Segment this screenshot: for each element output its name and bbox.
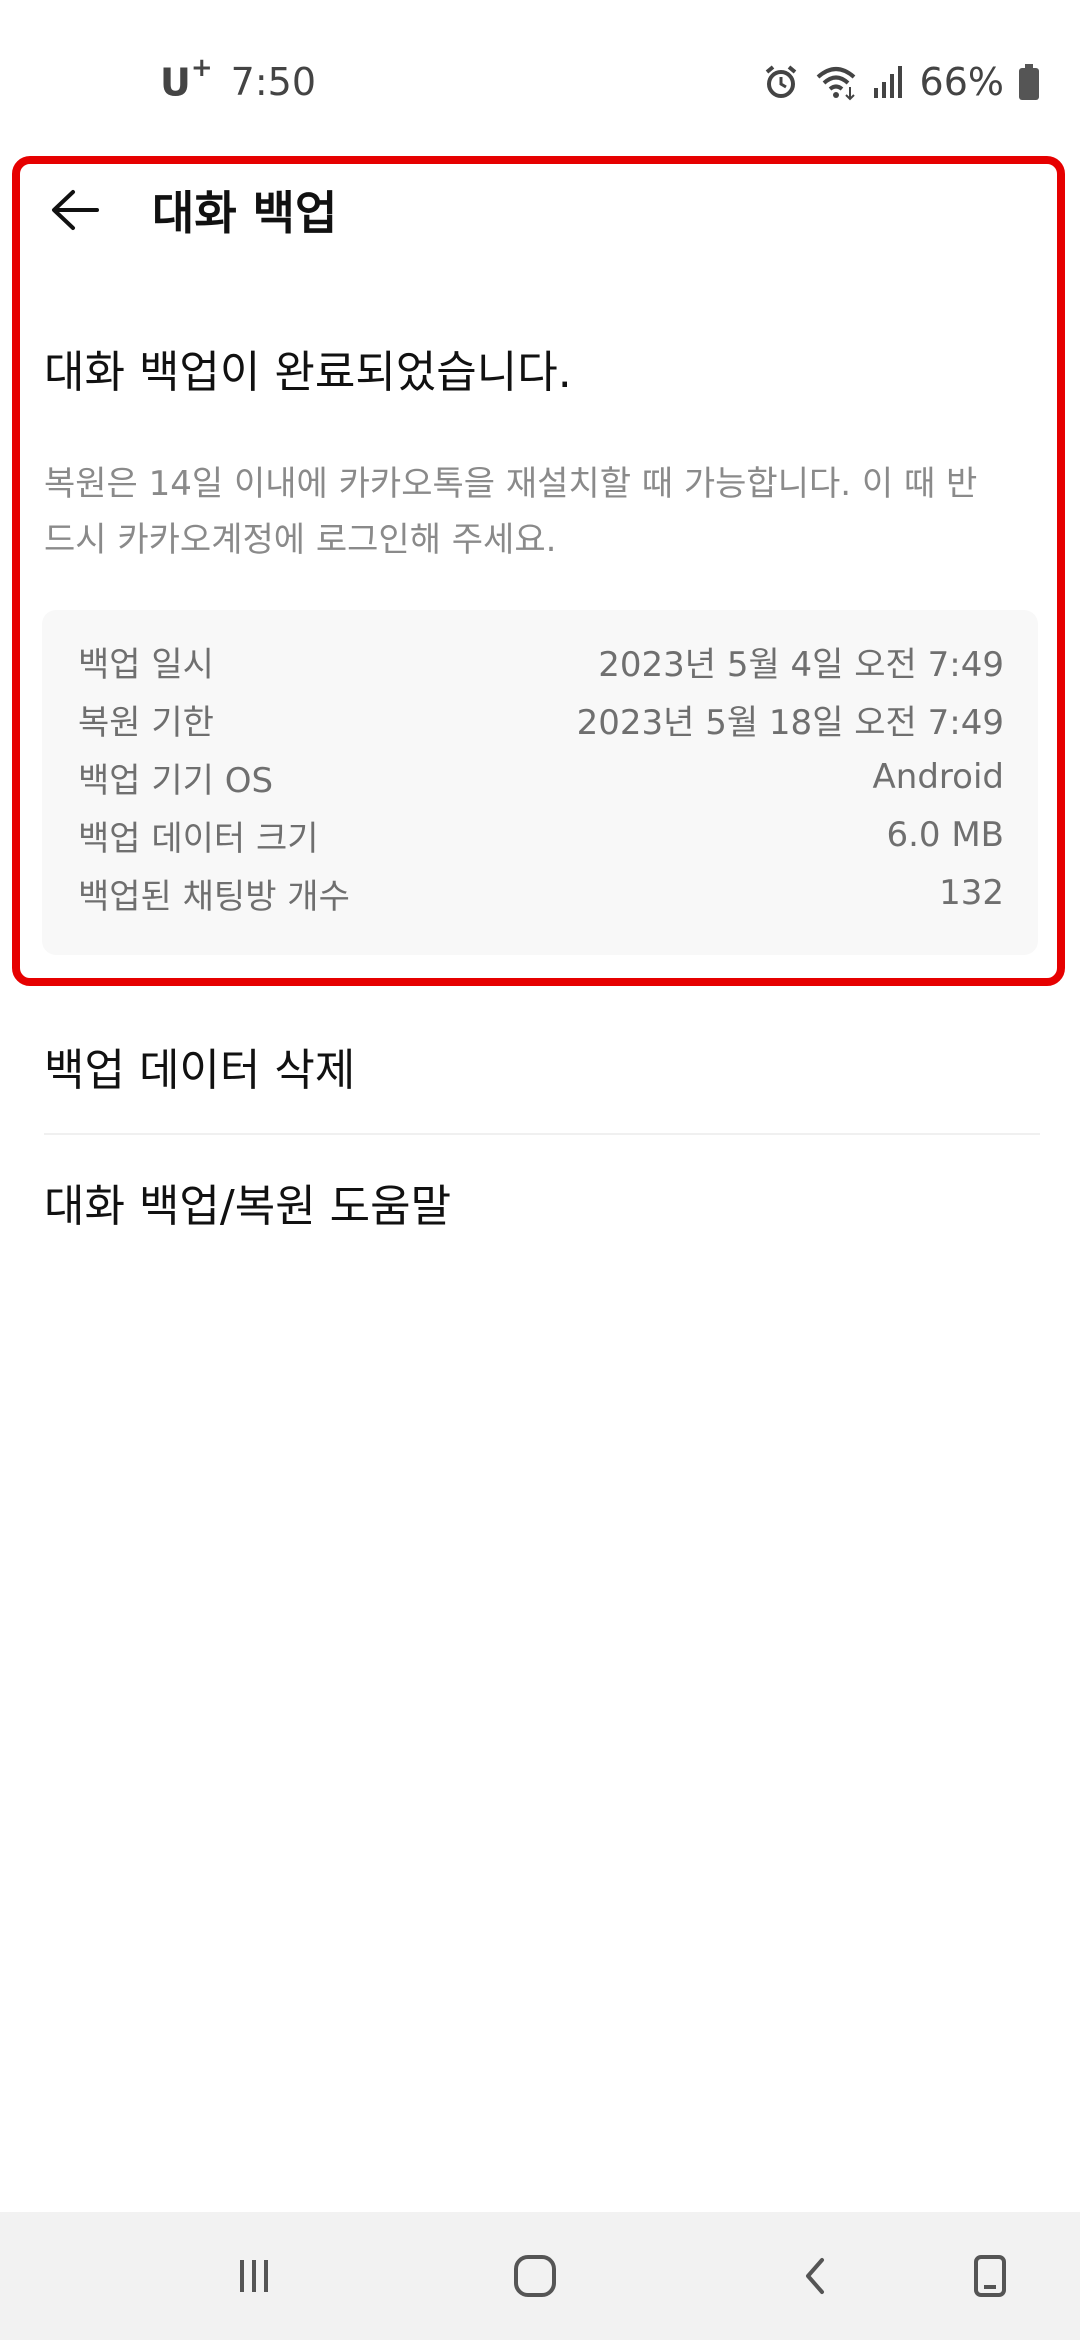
recents-icon — [240, 2260, 268, 2292]
assist-icon — [974, 2255, 1006, 2297]
back-button[interactable] — [40, 175, 110, 245]
info-row-data-size: 백업 데이터 크기 6.0 MB — [78, 806, 1004, 864]
system-back-button[interactable] — [780, 2240, 852, 2312]
status-left: U+ 7:50 — [160, 53, 316, 110]
carrier-plus: + — [190, 53, 213, 84]
info-label: 백업 기기 OS — [78, 760, 274, 801]
status-bar: U+ 7:50 66% — [0, 0, 1080, 150]
info-label: 백업된 채팅방 개수 — [78, 876, 350, 917]
info-value: Android — [872, 757, 1004, 797]
info-row-restore-deadline: 복원 기한 2023년 5월 18일 오전 7:49 — [78, 690, 1004, 748]
divider — [44, 1133, 1040, 1135]
backup-help-link[interactable]: 대화 백업/복원 도움말 — [44, 1170, 451, 1234]
wifi-icon — [814, 63, 858, 101]
info-value: 2023년 5월 4일 오전 7:49 — [598, 644, 1004, 685]
arrow-left-icon — [52, 190, 99, 230]
info-label: 복원 기한 — [78, 702, 214, 743]
recents-button[interactable] — [218, 2240, 290, 2312]
info-value: 6.0 MB — [886, 815, 1004, 855]
info-label: 백업 데이터 크기 — [78, 818, 319, 859]
info-row-device-os: 백업 기기 OS Android — [78, 748, 1004, 806]
home-button[interactable] — [499, 2240, 571, 2312]
screen: U+ 7:50 66% 대화 백업 대화 백업이 완료되었습니다. 복원은 14… — [0, 0, 1080, 2340]
info-label: 백업 일시 — [78, 644, 214, 685]
home-icon — [514, 2255, 556, 2297]
info-row-chatroom-count: 백업된 채팅방 개수 132 — [78, 864, 1004, 922]
app-header: 대화 백업 — [40, 170, 337, 250]
info-value: 2023년 5월 18일 오전 7:49 — [576, 702, 1004, 743]
info-value: 132 — [939, 873, 1004, 913]
backup-complete-title: 대화 백업이 완료되었습니다. — [44, 347, 572, 398]
signal-icon — [872, 64, 906, 100]
status-time: 7:50 — [230, 60, 316, 104]
page-title: 대화 백업 — [152, 186, 338, 240]
info-row-backup-date: 백업 일시 2023년 5월 4일 오전 7:49 — [78, 632, 1004, 690]
backup-info-card: 백업 일시 2023년 5월 4일 오전 7:49 복원 기한 2023년 5월… — [42, 610, 1038, 955]
restore-description: 복원은 14일 이내에 카카오톡을 재설치할 때 가능합니다. 이 때 반드시 … — [44, 464, 978, 560]
status-right: 66% — [762, 54, 1040, 110]
carrier-label: U+ — [160, 53, 213, 105]
battery-icon — [1018, 63, 1040, 101]
alarm-icon — [762, 63, 800, 101]
system-nav-bar — [0, 2212, 1080, 2340]
battery-percent: 66% — [919, 60, 1004, 104]
delete-backup-button[interactable]: 백업 데이터 삭제 — [44, 1034, 355, 1098]
back-icon — [806, 2258, 824, 2294]
assist-button[interactable] — [954, 2240, 1026, 2312]
